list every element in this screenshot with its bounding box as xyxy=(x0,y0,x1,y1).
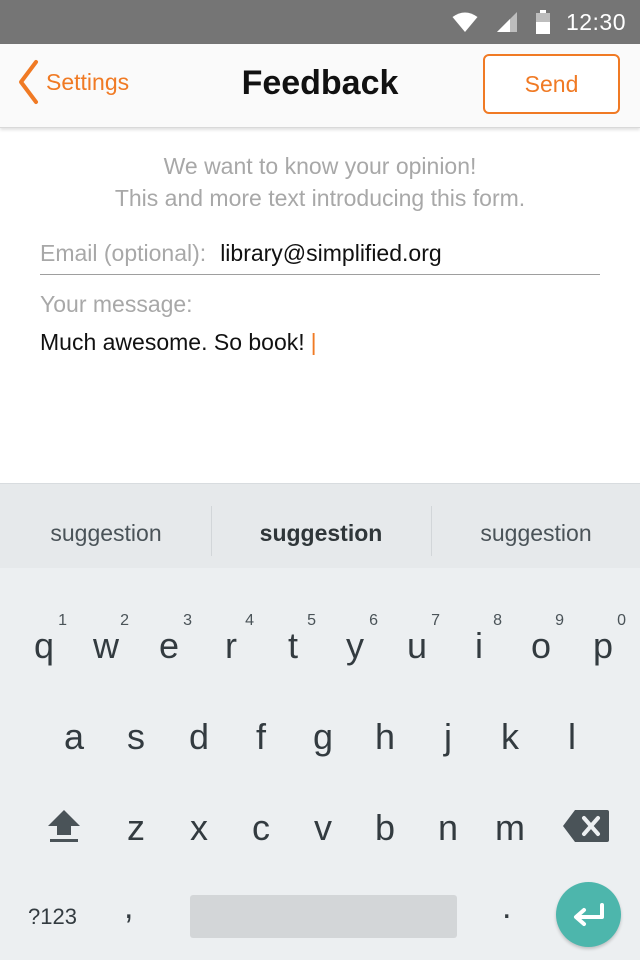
key-w[interactable]: 2w xyxy=(75,588,137,668)
key-u[interactable]: 7u xyxy=(386,588,448,668)
key-j[interactable]: j xyxy=(417,709,479,789)
email-label: Email (optional): xyxy=(40,240,207,266)
signal-icon xyxy=(496,12,517,32)
message-text: Much awesome. So book! xyxy=(40,329,305,355)
key-l[interactable]: l xyxy=(541,709,603,789)
key-z[interactable]: z xyxy=(105,800,167,880)
key-q[interactable]: 1q xyxy=(13,588,75,668)
key-b[interactable]: b xyxy=(354,800,416,880)
key-t[interactable]: 5t xyxy=(262,588,324,668)
key-m[interactable]: m xyxy=(479,800,541,880)
key-d[interactable]: d xyxy=(168,709,230,789)
suggestion-left[interactable]: suggestion xyxy=(0,508,212,558)
keyboard: suggestion suggestion suggestion 1q 2w 3… xyxy=(0,483,640,960)
nav-bar: Settings Feedback Send xyxy=(0,44,640,128)
key-n[interactable]: n xyxy=(417,800,479,880)
chevron-left-icon xyxy=(19,60,38,104)
battery-icon xyxy=(535,10,550,34)
send-button[interactable]: Send xyxy=(483,54,620,114)
space-key[interactable] xyxy=(190,895,457,938)
key-y[interactable]: 6y xyxy=(324,588,386,668)
shift-icon xyxy=(48,810,80,842)
key-s[interactable]: s xyxy=(105,709,167,789)
key-r[interactable]: 4r xyxy=(200,588,262,668)
period-key[interactable]: . xyxy=(502,888,511,927)
delete-key[interactable] xyxy=(563,810,609,842)
comma-key[interactable]: , xyxy=(124,888,133,927)
key-p[interactable]: 0p xyxy=(572,588,634,668)
key-g[interactable]: g xyxy=(292,709,354,789)
text-caret: | xyxy=(310,329,317,355)
email-input[interactable]: library@simplified.org xyxy=(220,236,441,270)
suggestion-strip: suggestion suggestion suggestion xyxy=(0,484,640,568)
key-i[interactable]: 8i xyxy=(448,588,510,668)
suggestion-right[interactable]: suggestion xyxy=(432,508,640,558)
key-f[interactable]: f xyxy=(230,709,292,789)
key-o[interactable]: 9o xyxy=(510,588,572,668)
symbols-key[interactable]: ?123 xyxy=(28,904,77,930)
intro-line-2: This and more text introducing this form… xyxy=(114,185,526,211)
wifi-icon xyxy=(452,12,478,32)
key-a[interactable]: a xyxy=(43,709,105,789)
email-field[interactable]: Email (optional): library@simplified.org xyxy=(40,236,600,275)
message-label: Your message: xyxy=(40,291,193,317)
clock: 12:30 xyxy=(565,8,626,35)
back-label: Settings xyxy=(46,68,130,95)
message-input[interactable]: Much awesome. So book! | xyxy=(40,326,317,358)
intro-text: We want to know your opinion! This and m… xyxy=(0,150,640,214)
key-v[interactable]: v xyxy=(292,800,354,880)
key-e[interactable]: 3e xyxy=(138,588,200,668)
enter-key[interactable] xyxy=(556,882,621,947)
intro-line-1: We want to know your opinion! xyxy=(163,153,477,179)
key-x[interactable]: x xyxy=(168,800,230,880)
suggestion-center[interactable]: suggestion xyxy=(212,508,430,558)
backspace-icon xyxy=(563,810,609,842)
back-button[interactable]: Settings xyxy=(16,54,129,110)
key-k[interactable]: k xyxy=(479,709,541,789)
enter-icon xyxy=(573,902,604,926)
shift-key[interactable] xyxy=(44,806,84,846)
status-bar: 12:30 xyxy=(0,0,640,44)
key-c[interactable]: c xyxy=(230,800,292,880)
key-h[interactable]: h xyxy=(354,709,416,789)
